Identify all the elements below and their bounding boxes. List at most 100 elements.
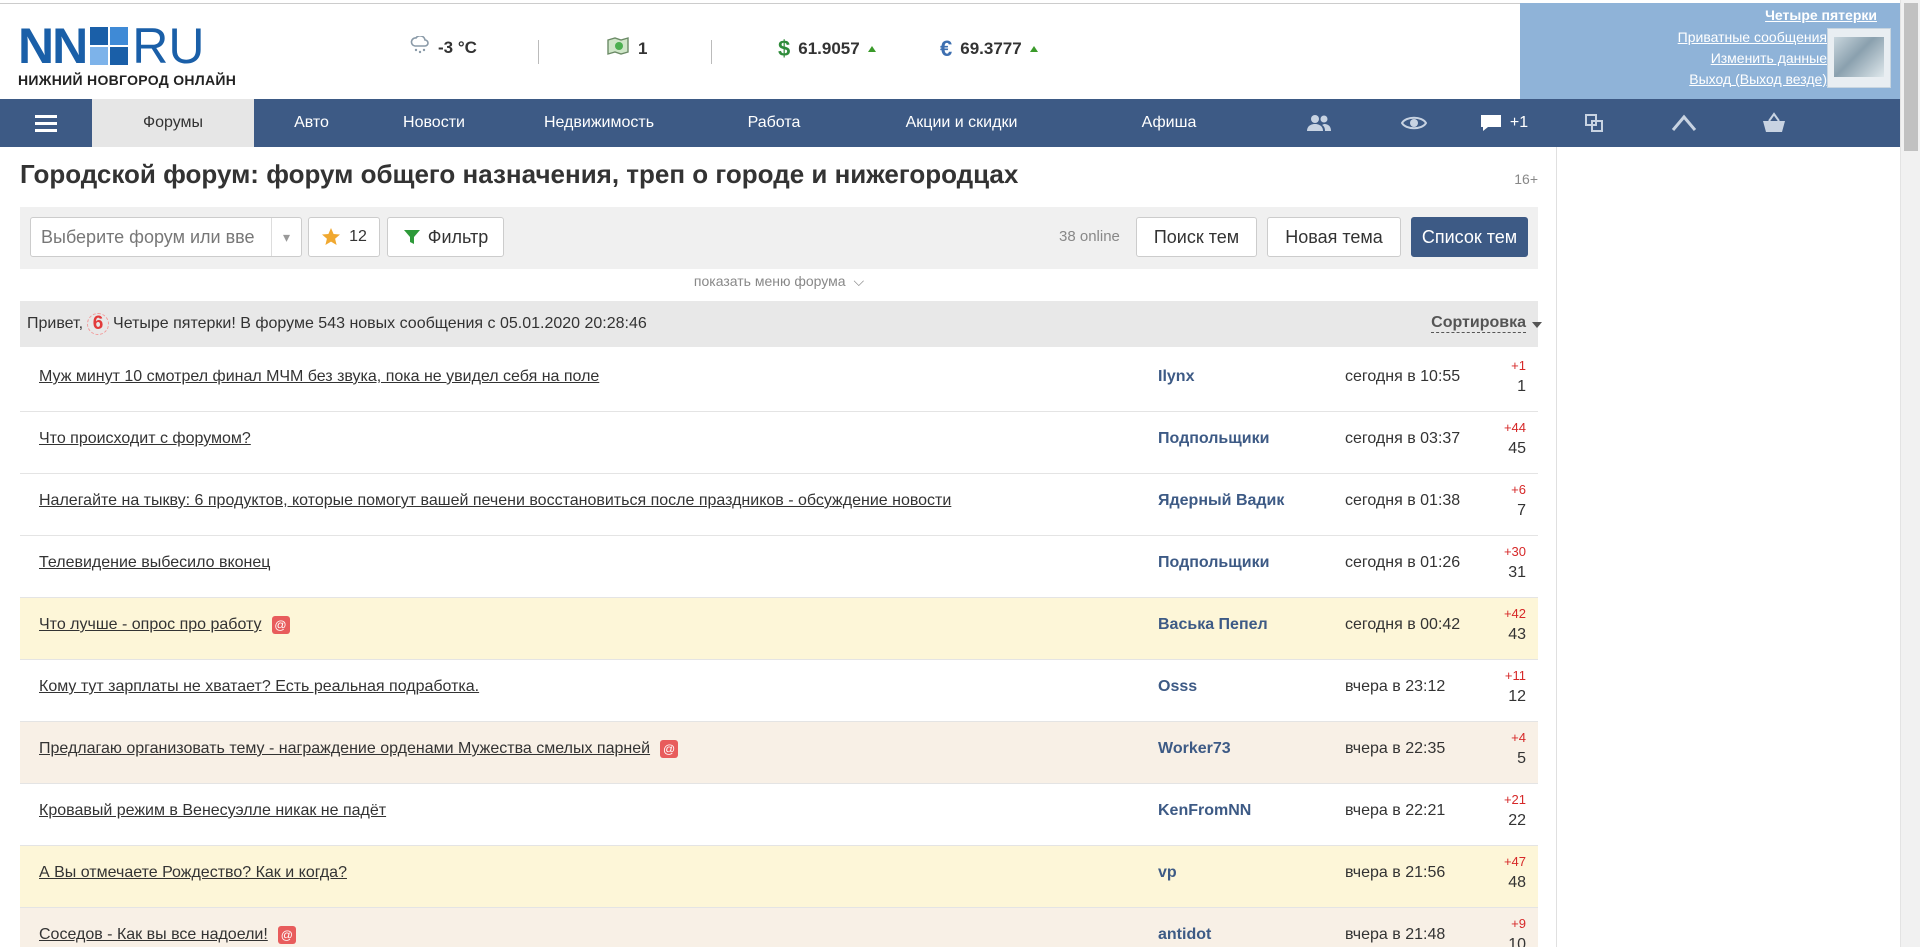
topic-new-count[interactable]: +4	[1511, 730, 1526, 745]
nav-item-realty[interactable]: Недвижимость	[499, 99, 699, 147]
topic-author-link[interactable]: antidot	[1158, 926, 1211, 944]
topic-title-link[interactable]: Налегайте на тыкву: 6 продуктов, которые…	[39, 492, 951, 510]
search-topics-button[interactable]: Поиск тем	[1136, 217, 1257, 257]
topic-last-post-time[interactable]: сегодня в 00:42	[1345, 616, 1460, 634]
topic-title: Что лучше - опрос про работу	[39, 616, 262, 634]
edit-profile-link[interactable]: Изменить данные	[1711, 50, 1827, 66]
site-logo[interactable]: NN RU НИЖНИЙ НОВГОРОД ОНЛАЙН	[18, 18, 248, 94]
filter-button[interactable]: Фильтр	[387, 217, 504, 257]
topic-title-link[interactable]: Что лучше - опрос про работу @	[39, 616, 290, 634]
topic-author-link[interactable]: Ядерный Вадик	[1158, 492, 1284, 510]
chevron-down-icon: ⌵	[853, 273, 865, 289]
topic-last-post-time[interactable]: сегодня в 01:38	[1345, 492, 1460, 510]
topic-last-post-time[interactable]: вчера в 21:48	[1345, 926, 1445, 944]
nav-item-forums[interactable]: Форумы	[92, 99, 254, 147]
nav-item-auto[interactable]: Авто	[254, 99, 369, 147]
topic-row: А Вы отмечаете Рождество? Как и когда? vp…	[20, 846, 1538, 908]
topic-new-count[interactable]: +1	[1511, 358, 1526, 373]
forum-select[interactable]: Выберите форум или вве ▾	[30, 217, 302, 257]
topic-total-count: 10	[1508, 936, 1526, 947]
nav-item-afisha[interactable]: Афиша	[1074, 99, 1264, 147]
topic-new-count[interactable]: +9	[1511, 916, 1526, 931]
topic-author-link[interactable]: Ilynx	[1158, 368, 1194, 386]
nav-item-jobs[interactable]: Работа	[699, 99, 849, 147]
topic-row: Телевидение выбесило вконец Подпольщики се…	[20, 536, 1538, 598]
topic-last-post-time[interactable]: вчера в 22:21	[1345, 802, 1445, 820]
topic-title: Телевидение выбесило вконец	[39, 554, 271, 571]
topic-title-link[interactable]: Соседов - Как вы все надоели! @	[39, 926, 296, 944]
topic-author-link[interactable]: Osss	[1158, 678, 1197, 696]
topic-author-link[interactable]: Подпольщики	[1158, 430, 1269, 448]
scrollbar-thumb[interactable]	[1904, 3, 1918, 151]
sort-dropdown[interactable]: Сортировка	[1431, 314, 1542, 333]
topic-author-link[interactable]: KenFromNN	[1158, 802, 1251, 820]
topic-author-link[interactable]: Подпольщики	[1158, 554, 1269, 572]
topic-last-post-time[interactable]: вчера в 21:56	[1345, 864, 1445, 882]
dollar-icon: $	[778, 36, 791, 61]
greeting-prefix: Привет,	[27, 315, 84, 332]
topic-last-post-time[interactable]: сегодня в 01:26	[1345, 554, 1460, 572]
mention-icon: @	[277, 926, 296, 944]
topic-row: Муж минут 10 смотрел финал МЧМ без звука…	[20, 350, 1538, 412]
arrow-up-icon[interactable]	[1634, 99, 1734, 147]
topic-title: Кому тут зарплаты не хватает? Есть реаль…	[39, 678, 480, 695]
logout-all-link[interactable]: (Выход везде)	[1735, 71, 1827, 87]
topic-last-post-time[interactable]: сегодня в 03:37	[1345, 430, 1460, 448]
topic-title-link[interactable]: Кому тут зарплаты не хватает? Есть реаль…	[39, 678, 479, 696]
divider	[711, 40, 712, 64]
windows-icon[interactable]	[1554, 99, 1634, 147]
topic-row: Предлагаю организовать тему - награждени…	[20, 722, 1538, 784]
private-messages-link[interactable]: Приватные сообщения	[1678, 29, 1827, 45]
nav-item-news[interactable]: Новости	[369, 99, 499, 147]
nav-item-sales[interactable]: Акции и скидки	[849, 99, 1074, 147]
topic-total-count: 22	[1508, 812, 1526, 829]
chevron-down-icon[interactable]: ▾	[271, 218, 301, 256]
mention-icon: @	[660, 740, 679, 758]
logout-link[interactable]: Выход	[1689, 71, 1731, 87]
new-topic-button[interactable]: Новая тема	[1267, 217, 1401, 257]
topic-new-count[interactable]: +21	[1504, 792, 1526, 807]
topic-author-link[interactable]: vp	[1158, 864, 1177, 882]
logo-ru: RU	[132, 18, 205, 74]
topic-new-count[interactable]: +6	[1511, 482, 1526, 497]
topic-last-post-time[interactable]: вчера в 22:35	[1345, 740, 1445, 758]
main-nav: Форумы Авто Новости Недвижимость Работа …	[0, 99, 1900, 147]
filter-label: Фильтр	[427, 226, 489, 247]
eye-icon[interactable]	[1374, 99, 1454, 147]
usd-widget[interactable]: $ 61.9057	[778, 36, 876, 62]
basket-icon[interactable]	[1734, 99, 1814, 147]
topic-author-link[interactable]: Worker73	[1158, 740, 1231, 758]
divider	[538, 40, 539, 64]
scrollbar[interactable]	[1900, 0, 1920, 947]
show-forum-menu[interactable]: показать меню форума ⌵	[20, 273, 1538, 295]
topic-last-post-time[interactable]: вчера в 23:12	[1345, 678, 1445, 696]
topic-title-link[interactable]: А Вы отмечаете Рождество? Как и когда?	[39, 864, 347, 882]
menu-burger-icon[interactable]	[0, 99, 92, 147]
topic-author-link[interactable]: Васька Пепел	[1158, 616, 1268, 634]
topic-last-post-time[interactable]: сегодня в 10:55	[1345, 368, 1460, 386]
topic-new-count[interactable]: +47	[1504, 854, 1526, 869]
topic-new-count[interactable]: +42	[1504, 606, 1526, 621]
weather-widget[interactable]: -3 °C	[410, 35, 477, 59]
topic-row: Что происходит с форумом? Подпольщики сего…	[20, 412, 1538, 474]
comments-badge: +1	[1509, 114, 1529, 131]
avatar[interactable]	[1827, 28, 1891, 88]
topic-title-link[interactable]: Кровавый режим в Венесуэлле никак не пад…	[39, 802, 386, 820]
topic-new-count[interactable]: +11	[1505, 668, 1526, 683]
username-link[interactable]: Четыре пятерки	[1765, 7, 1877, 23]
topic-list-button[interactable]: Список тем	[1411, 217, 1528, 257]
users-icon[interactable]	[1264, 99, 1374, 147]
topic-title-link[interactable]: Муж минут 10 смотрел финал МЧМ без звука…	[39, 368, 599, 386]
topic-new-count[interactable]: +30	[1504, 544, 1526, 559]
traffic-widget[interactable]: 1	[606, 36, 647, 61]
topic-total-count: 43	[1508, 626, 1526, 643]
topic-title-link[interactable]: Телевидение выбесило вконец	[39, 554, 270, 572]
topic-title-link[interactable]: Что происходит с форумом?	[39, 430, 251, 448]
comments-nav[interactable]: +1	[1454, 99, 1554, 147]
cloud-snow-icon	[410, 35, 430, 59]
favorites-button[interactable]: 12	[308, 217, 380, 257]
topic-new-count[interactable]: +44	[1504, 420, 1526, 435]
eur-widget[interactable]: € 69.3777	[940, 36, 1038, 62]
topic-title-link[interactable]: Предлагаю организовать тему - награждени…	[39, 740, 679, 758]
site-header: NN RU НИЖНИЙ НОВГОРОД ОНЛАЙН -3 °C 1 $ 6…	[0, 3, 1520, 99]
